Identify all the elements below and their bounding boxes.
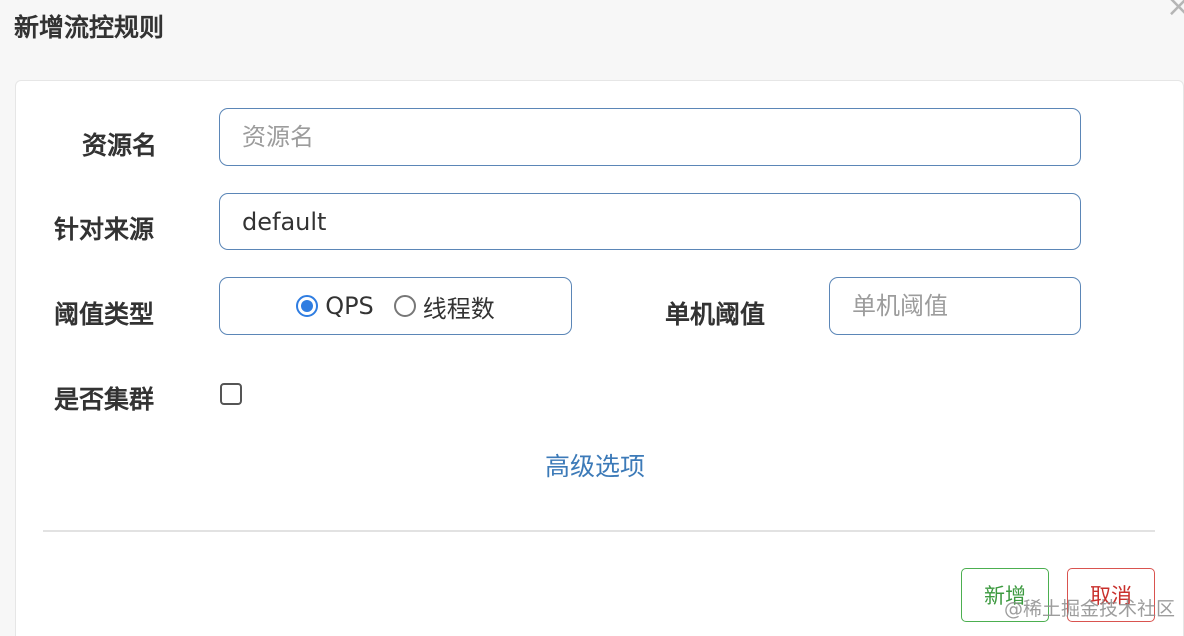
resource-input[interactable] <box>219 108 1081 166</box>
threshold-input[interactable] <box>829 277 1081 335</box>
origin-input[interactable] <box>219 193 1081 250</box>
threshold-type-label: 阈值类型 <box>54 300 155 329</box>
cancel-button[interactable]: 取消 <box>1067 568 1155 622</box>
add-button[interactable]: 新增 <box>961 568 1049 622</box>
resource-label: 资源名 <box>82 131 158 160</box>
radio-qps-label: QPS <box>325 292 374 320</box>
radio-qps[interactable]: QPS <box>296 292 374 320</box>
close-icon[interactable]: × <box>1166 0 1184 22</box>
radio-thread-count-label: 线程数 <box>422 294 495 323</box>
dialog-title: 新增流控规则 <box>14 13 165 42</box>
radio-thread-count[interactable]: 线程数 <box>393 289 495 324</box>
threshold-label: 单机阈值 <box>665 300 766 329</box>
footer-divider <box>43 530 1155 532</box>
cluster-checkbox[interactable] <box>220 383 242 405</box>
advanced-options-link[interactable]: 高级选项 <box>545 447 645 483</box>
radio-checked-icon[interactable] <box>296 295 319 317</box>
threshold-type-radio-group: QPS 线程数 <box>219 277 572 335</box>
radio-unchecked-icon[interactable] <box>393 295 416 317</box>
cluster-label: 是否集群 <box>54 385 155 414</box>
origin-label: 针对来源 <box>54 215 155 244</box>
